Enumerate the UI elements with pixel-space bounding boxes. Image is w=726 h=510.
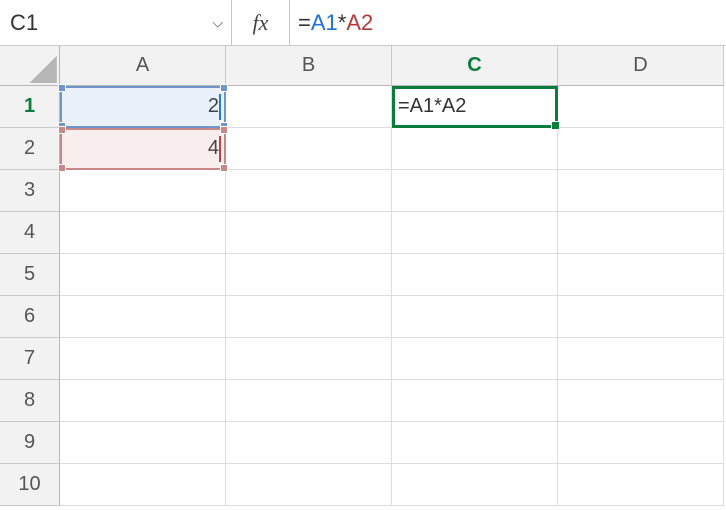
cell-value: 2 [208,95,219,118]
row-header-10[interactable]: 10 [0,464,60,506]
cell-D4[interactable] [558,212,724,254]
row-header-3[interactable]: 3 [0,170,60,212]
cell-A4[interactable] [60,212,226,254]
column-header-A[interactable]: A [60,46,226,86]
cell-A1[interactable]: 2 [60,86,226,128]
cell-B6[interactable] [226,296,392,338]
row-header-label: 5 [24,263,35,286]
cell-A3[interactable] [60,170,226,212]
cells: 2 =A1*A2 4 [60,86,724,506]
row-header-9[interactable]: 9 [0,422,60,464]
row-header-8[interactable]: 8 [0,380,60,422]
row-header-label: 4 [24,221,35,244]
cell-A5[interactable] [60,254,226,296]
row-header-label: 10 [18,473,40,496]
column-header-label: C [467,54,481,77]
cell-value: =A1*A2 [398,95,466,118]
formula-input[interactable]: =A1*A2 [290,0,726,45]
cell-B2[interactable] [226,128,392,170]
column-header-label: B [302,54,315,77]
cell-D3[interactable] [558,170,724,212]
cell-D10[interactable] [558,464,724,506]
chevron-down-icon: ⌵ [212,14,223,31]
cell-C9[interactable] [392,422,558,464]
row-header-label: 3 [24,179,35,202]
cell-value: 4 [208,137,219,160]
cell-B5[interactable] [226,254,392,296]
cell-B1[interactable] [226,86,392,128]
cell-D6[interactable] [558,296,724,338]
formula-ref1: A1 [311,10,338,36]
cell-A7[interactable] [60,338,226,380]
cell-C10[interactable] [392,464,558,506]
cell-B9[interactable] [226,422,392,464]
select-all-corner[interactable] [0,46,60,86]
cell-D5[interactable] [558,254,724,296]
column-headers: A B C D [60,46,724,86]
row-header-5[interactable]: 5 [0,254,60,296]
cursor-icon [219,94,221,120]
row-header-label: 6 [24,305,35,328]
cell-C1[interactable]: =A1*A2 [392,86,558,128]
row-header-label: 7 [24,347,35,370]
row-header-label: 1 [24,95,35,118]
cell-C5[interactable] [392,254,558,296]
cell-A9[interactable] [60,422,226,464]
cell-D1[interactable] [558,86,724,128]
row-header-6[interactable]: 6 [0,296,60,338]
column-header-label: A [136,54,149,77]
formula-bar: C1 ⌵ fx =A1*A2 [0,0,726,46]
name-box[interactable]: C1 ⌵ [0,0,232,45]
row-header-1[interactable]: 1 [0,86,60,128]
cell-D8[interactable] [558,380,724,422]
formula-ref2: A2 [346,10,373,36]
row-header-label: 8 [24,389,35,412]
cell-B3[interactable] [226,170,392,212]
fx-button[interactable]: fx [232,0,290,45]
cell-C8[interactable] [392,380,558,422]
name-box-value: C1 [10,10,38,36]
cell-C3[interactable] [392,170,558,212]
column-header-B[interactable]: B [226,46,392,86]
cell-C4[interactable] [392,212,558,254]
column-header-C[interactable]: C [392,46,558,86]
formula-op: * [338,10,347,36]
column-header-label: D [633,54,647,77]
cell-A6[interactable] [60,296,226,338]
cell-D2[interactable] [558,128,724,170]
column-header-D[interactable]: D [558,46,724,86]
cursor-icon [219,136,221,162]
cell-C2[interactable] [392,128,558,170]
row-header-7[interactable]: 7 [0,338,60,380]
cell-B8[interactable] [226,380,392,422]
cell-B10[interactable] [226,464,392,506]
formula-eq: = [298,10,311,36]
cell-C6[interactable] [392,296,558,338]
row-header-4[interactable]: 4 [0,212,60,254]
cell-B7[interactable] [226,338,392,380]
row-header-label: 9 [24,431,35,454]
row-header-2[interactable]: 2 [0,128,60,170]
row-headers: 1 2 3 4 5 6 7 8 9 10 [0,86,60,506]
fx-label: fx [253,10,269,36]
cell-D9[interactable] [558,422,724,464]
row-header-label: 2 [24,137,35,160]
cell-A2[interactable]: 4 [60,128,226,170]
cell-D7[interactable] [558,338,724,380]
cell-A8[interactable] [60,380,226,422]
cell-C7[interactable] [392,338,558,380]
cell-A10[interactable] [60,464,226,506]
cell-B4[interactable] [226,212,392,254]
